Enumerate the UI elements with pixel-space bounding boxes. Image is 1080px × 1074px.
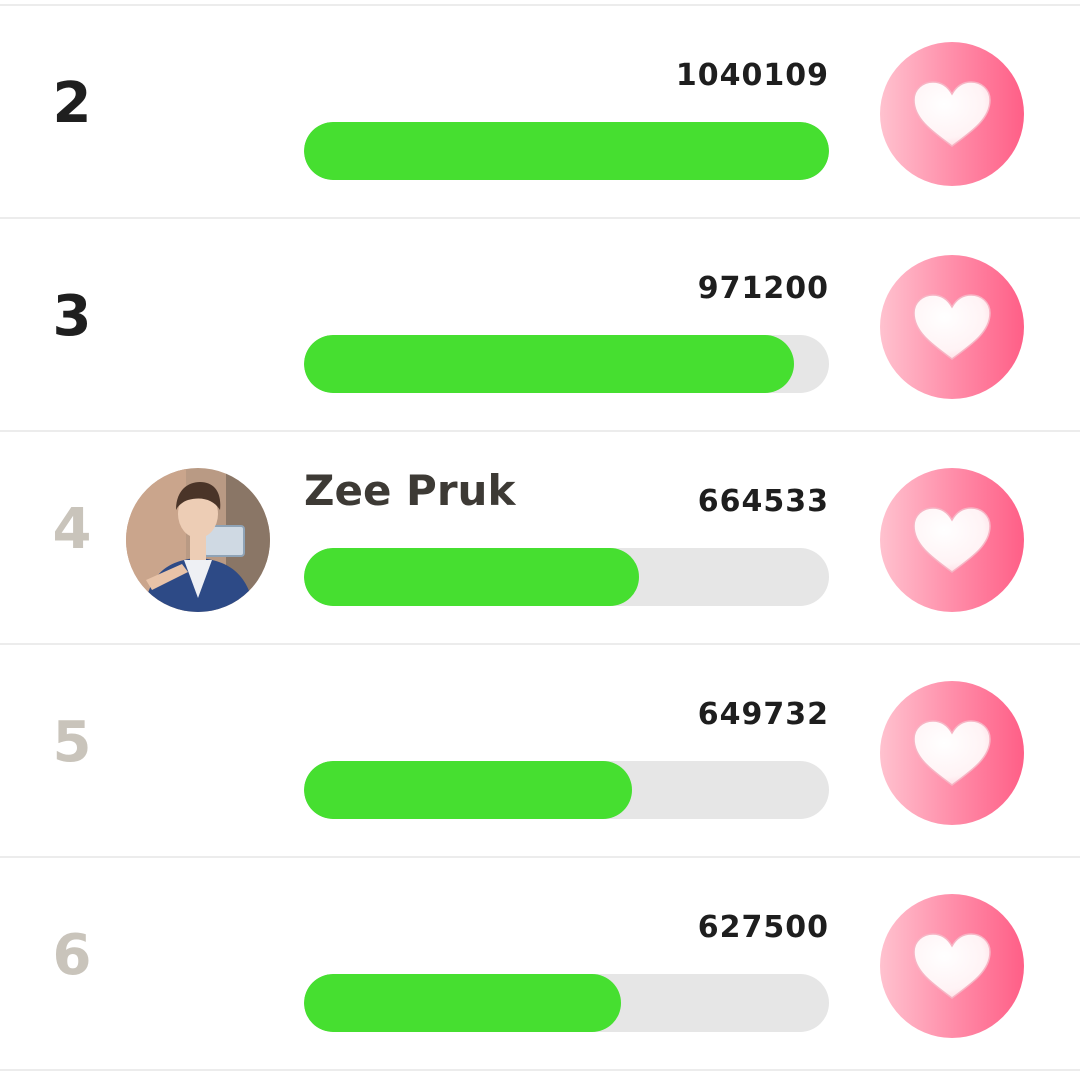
vote-progress-bar [304, 548, 829, 606]
ranking-row: 2 1040109 [0, 6, 1080, 219]
ranking-row: 3 971200 [0, 219, 1080, 432]
heart-icon [913, 81, 991, 147]
vote-button[interactable] [880, 42, 1024, 186]
vote-count: 971200 [697, 271, 829, 306]
heart-icon [913, 507, 991, 573]
ranking-row: 4 Zee Pruk 664533 [0, 432, 1080, 645]
vote-progress-bar [304, 122, 829, 180]
heart-icon [913, 720, 991, 786]
heart-icon [913, 294, 991, 360]
rank-number: 3 [52, 284, 92, 349]
vote-progress-fill [304, 761, 633, 819]
rank-number: 6 [52, 923, 92, 988]
vote-count: 664533 [697, 484, 829, 519]
rank-number: 2 [52, 71, 92, 136]
vote-count: 649732 [697, 697, 829, 732]
vote-progress-fill [304, 974, 621, 1032]
vote-button[interactable] [880, 255, 1024, 399]
avatar[interactable] [126, 468, 270, 612]
vote-button[interactable] [880, 468, 1024, 612]
vote-progress-bar [304, 761, 829, 819]
vote-progress-fill [304, 122, 829, 180]
rank-number: 5 [52, 710, 92, 775]
candidate-name: Zee Pruk [304, 466, 516, 515]
vote-button[interactable] [880, 894, 1024, 1038]
vote-count: 1040109 [675, 58, 829, 93]
vote-button[interactable] [880, 681, 1024, 825]
ranking-list: 2 1040109 3 971200 4 Zee Pruk 664533 5 6… [0, 0, 1080, 1074]
ranking-row: 6 627500 [0, 858, 1080, 1071]
vote-count: 627500 [697, 910, 829, 945]
vote-progress-fill [304, 335, 795, 393]
ranking-row: 5 649732 [0, 645, 1080, 858]
vote-progress-bar [304, 974, 829, 1032]
heart-icon [913, 933, 991, 999]
vote-progress-bar [304, 335, 829, 393]
vote-progress-fill [304, 548, 640, 606]
rank-number: 4 [52, 497, 92, 562]
avatar-photo [126, 468, 270, 612]
